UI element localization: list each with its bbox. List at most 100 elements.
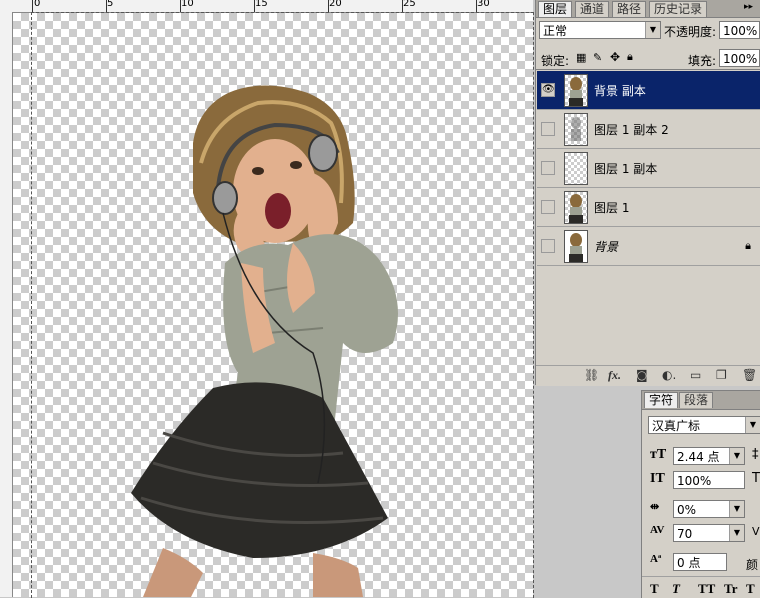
layers-panel-footer: ⛓ fx. ◙ ◐. ▭ ❐ 🗑︎ — [536, 365, 760, 386]
font-family-select[interactable]: 汉真广标 ▼ — [648, 416, 760, 434]
mask-icon[interactable]: ◙ — [636, 368, 648, 382]
layer-name: 背景 副本 — [594, 84, 646, 98]
ruler-tick — [254, 0, 255, 12]
layer-row[interactable]: 图层 1 副本 2 — [537, 110, 760, 149]
tracking-value: 70 — [677, 527, 693, 541]
lock-brush-icon[interactable]: ✎ — [593, 51, 602, 64]
visibility-toggle[interactable] — [541, 200, 555, 214]
color-label: 颜 — [746, 558, 759, 572]
fill-label: 填充: — [688, 54, 717, 68]
ruler-mark: 0 — [34, 0, 41, 9]
ruler-mark: 30 — [477, 0, 490, 9]
font-size-input[interactable]: 2.44 点 ▼ — [673, 447, 745, 465]
kerning-icon: V — [752, 525, 760, 538]
vertical-scale-icon: IT — [650, 471, 665, 486]
vertical-ruler[interactable] — [0, 12, 13, 597]
ruler-tick — [32, 0, 33, 12]
character-panel: 字符 段落 汉真广标 ▼ ᴛT 2.44 点 ▼ ‡ IT 100% T ⇹ 0… — [641, 390, 760, 598]
tracking-input[interactable]: 70 ▼ — [673, 524, 745, 542]
tracking-ratio-input[interactable]: 0% ▼ — [673, 500, 745, 518]
ruler-tick — [402, 0, 403, 12]
ruler-mark: 25 — [403, 0, 416, 9]
lock-all-icon[interactable]: 🔒︎ — [627, 50, 633, 64]
layer-name: 图层 1 副本 — [594, 162, 658, 176]
all-caps-button[interactable]: TT — [698, 581, 715, 597]
small-caps-button[interactable]: Tr — [724, 581, 737, 597]
layer-thumbnail — [564, 74, 588, 107]
new-layer-icon[interactable]: ❐ — [716, 368, 727, 382]
layer-row[interactable]: 👁︎ 背景 副本 — [537, 71, 760, 110]
tracking-icon: AV — [650, 524, 665, 536]
tab-paragraph[interactable]: 段落 — [679, 392, 714, 408]
layer-thumbnail — [564, 113, 588, 146]
layer-name: 背景 — [594, 240, 619, 254]
lock-transparency-icon[interactable]: ▦ — [576, 51, 586, 64]
lock-label: 锁定: — [541, 54, 570, 68]
tab-character[interactable]: 字符 — [644, 392, 679, 408]
chevron-down-icon[interactable]: ▼ — [645, 22, 660, 38]
panel-menu-icon[interactable]: ▸▸ — [744, 2, 753, 12]
layer-thumbnail — [564, 230, 588, 263]
layer-thumbnail — [564, 191, 588, 224]
character-panel-tabbar: 字符 段落 — [642, 391, 760, 410]
ruler-tick — [328, 0, 329, 12]
ruler-mark: 15 — [255, 0, 268, 9]
font-family-value: 汉真广标 — [652, 419, 701, 433]
group-folder-icon[interactable]: ▭ — [690, 368, 701, 382]
tracking-ratio-value: 0% — [677, 503, 697, 517]
faux-italic-button[interactable]: T — [672, 581, 680, 597]
adjustment-icon[interactable]: ◐. — [662, 368, 676, 382]
layer-name: 图层 1 — [594, 201, 630, 215]
layer-thumbnail — [564, 152, 588, 185]
visibility-toggle[interactable] — [541, 239, 555, 253]
font-size-icon: ᴛT — [650, 447, 667, 462]
layers-panel-tabbar: 图层 通道 路径 历史记录 ▸▸ — [536, 0, 760, 18]
lock-move-icon[interactable]: ✥ — [610, 50, 620, 64]
visibility-toggle[interactable] — [541, 161, 555, 175]
faux-bold-button[interactable]: T — [650, 581, 659, 597]
baseline-shift-icon: Aª — [650, 553, 662, 565]
font-size-value: 2.44 点 — [677, 450, 720, 464]
cutout-subject-image — [131, 85, 398, 597]
vertical-scale-input[interactable]: 100% — [673, 471, 745, 489]
layer-name: 图层 1 副本 2 — [594, 123, 669, 137]
chevron-down-icon[interactable]: ▼ — [729, 501, 744, 517]
tab-channels[interactable]: 通道 — [575, 1, 610, 17]
trash-icon[interactable]: 🗑︎ — [742, 368, 757, 382]
opacity-label: 不透明度: — [664, 25, 717, 39]
horizontal-ruler[interactable]: 0 5 10 15 20 25 30 — [0, 0, 533, 13]
layer-row[interactable]: 图层 1 副本 — [537, 149, 760, 188]
document-canvas[interactable] — [13, 13, 533, 597]
blend-mode-select[interactable]: 正常 ▼ — [539, 21, 661, 39]
tab-layers[interactable]: 图层 — [538, 1, 573, 17]
leading-icon: ‡ — [752, 447, 759, 462]
ruler-mark: 5 — [107, 0, 114, 9]
visibility-toggle[interactable] — [541, 122, 555, 136]
ruler-tick — [180, 0, 181, 12]
blend-mode-value: 正常 — [543, 24, 568, 38]
layer-row[interactable]: 图层 1 — [537, 188, 760, 227]
ruler-mark: 20 — [329, 0, 342, 9]
tab-history[interactable]: 历史记录 — [649, 1, 708, 17]
ruler-mark: 10 — [181, 0, 194, 9]
link-icon[interactable]: ⛓ — [584, 368, 599, 382]
chevron-down-icon[interactable]: ▼ — [745, 417, 760, 433]
divider — [536, 69, 760, 70]
layers-panel: 图层 通道 路径 历史记录 ▸▸ 正常 ▼ 不透明度: 100% 锁定: ▦ ✎… — [535, 0, 760, 386]
tab-paths[interactable]: 路径 — [612, 1, 647, 17]
divider — [642, 576, 760, 577]
tracking-ratio-icon: ⇹ — [650, 501, 660, 513]
superscript-button[interactable]: T — [746, 581, 755, 597]
visibility-eye-icon[interactable]: 👁︎ — [541, 83, 555, 97]
fx-icon[interactable]: fx. — [608, 368, 621, 383]
chevron-down-icon[interactable]: ▼ — [729, 525, 744, 541]
ruler-tick — [476, 0, 477, 12]
ruler-tick — [106, 0, 107, 12]
layer-row[interactable]: 背景 🔒︎ — [537, 227, 760, 266]
lock-icon: 🔒︎ — [745, 239, 751, 252]
chevron-down-icon[interactable]: ▼ — [729, 448, 744, 464]
fill-input[interactable]: 100% — [719, 49, 760, 67]
opacity-input[interactable]: 100% — [719, 21, 760, 39]
baseline-shift-input[interactable]: 0 点 — [673, 553, 727, 571]
horizontal-scale-icon: T — [752, 471, 760, 486]
